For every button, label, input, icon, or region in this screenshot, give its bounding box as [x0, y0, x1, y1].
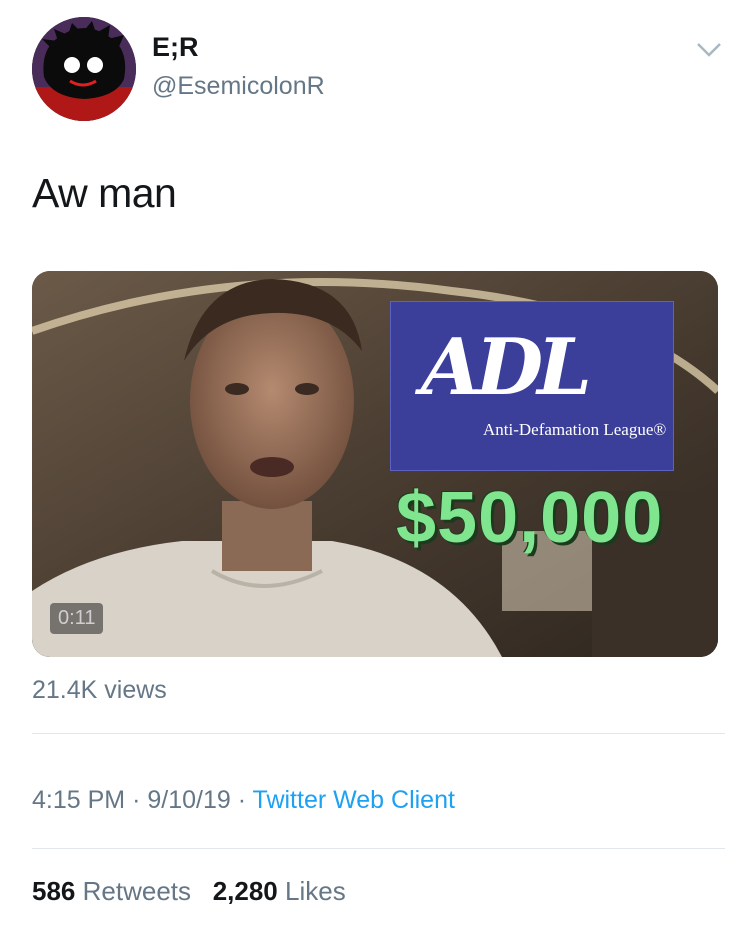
retweets-count: 586 — [32, 876, 76, 906]
money-overlay: $50,000 — [396, 478, 664, 558]
retweets-label: Retweets — [82, 876, 192, 906]
chevron-down-icon[interactable] — [694, 40, 724, 60]
adl-subtitle: Anti-Defamation League® — [483, 420, 667, 439]
tweet-date[interactable]: 9/10/19 — [147, 786, 230, 814]
avatar[interactable] — [32, 17, 136, 121]
engagement-stats: 586 Retweets 2,280 Likes — [32, 876, 346, 907]
adl-logo-text: ADL — [421, 322, 592, 413]
tweet-time[interactable]: 4:15 PM — [32, 786, 125, 814]
video-duration-badge: 0:11 — [50, 603, 104, 634]
source-client-link[interactable]: Twitter Web Client — [253, 786, 455, 814]
meta-separator: · — [132, 786, 141, 814]
avatar-image — [32, 17, 136, 121]
author-handle[interactable]: @EsemicolonR — [152, 72, 325, 101]
retweets-stat[interactable]: 586 Retweets — [32, 876, 191, 906]
tweet-text: Aw man — [32, 170, 177, 216]
divider — [32, 733, 725, 734]
divider — [32, 848, 725, 849]
likes-label: Likes — [285, 876, 346, 906]
likes-count: 2,280 — [212, 876, 278, 906]
view-count: 21.4K views — [32, 676, 167, 704]
author-display-name[interactable]: E;R — [152, 32, 199, 63]
video-player[interactable]: ADL Anti-Defamation League® $50,000 0:11 — [32, 271, 718, 657]
tweet-metadata: 4:15 PM · 9/10/19 · Twitter Web Client — [32, 786, 455, 815]
likes-stat[interactable]: 2,280 Likes — [213, 876, 346, 906]
adl-overlay: ADL Anti-Defamation League® — [390, 301, 674, 471]
meta-separator: · — [237, 786, 247, 814]
